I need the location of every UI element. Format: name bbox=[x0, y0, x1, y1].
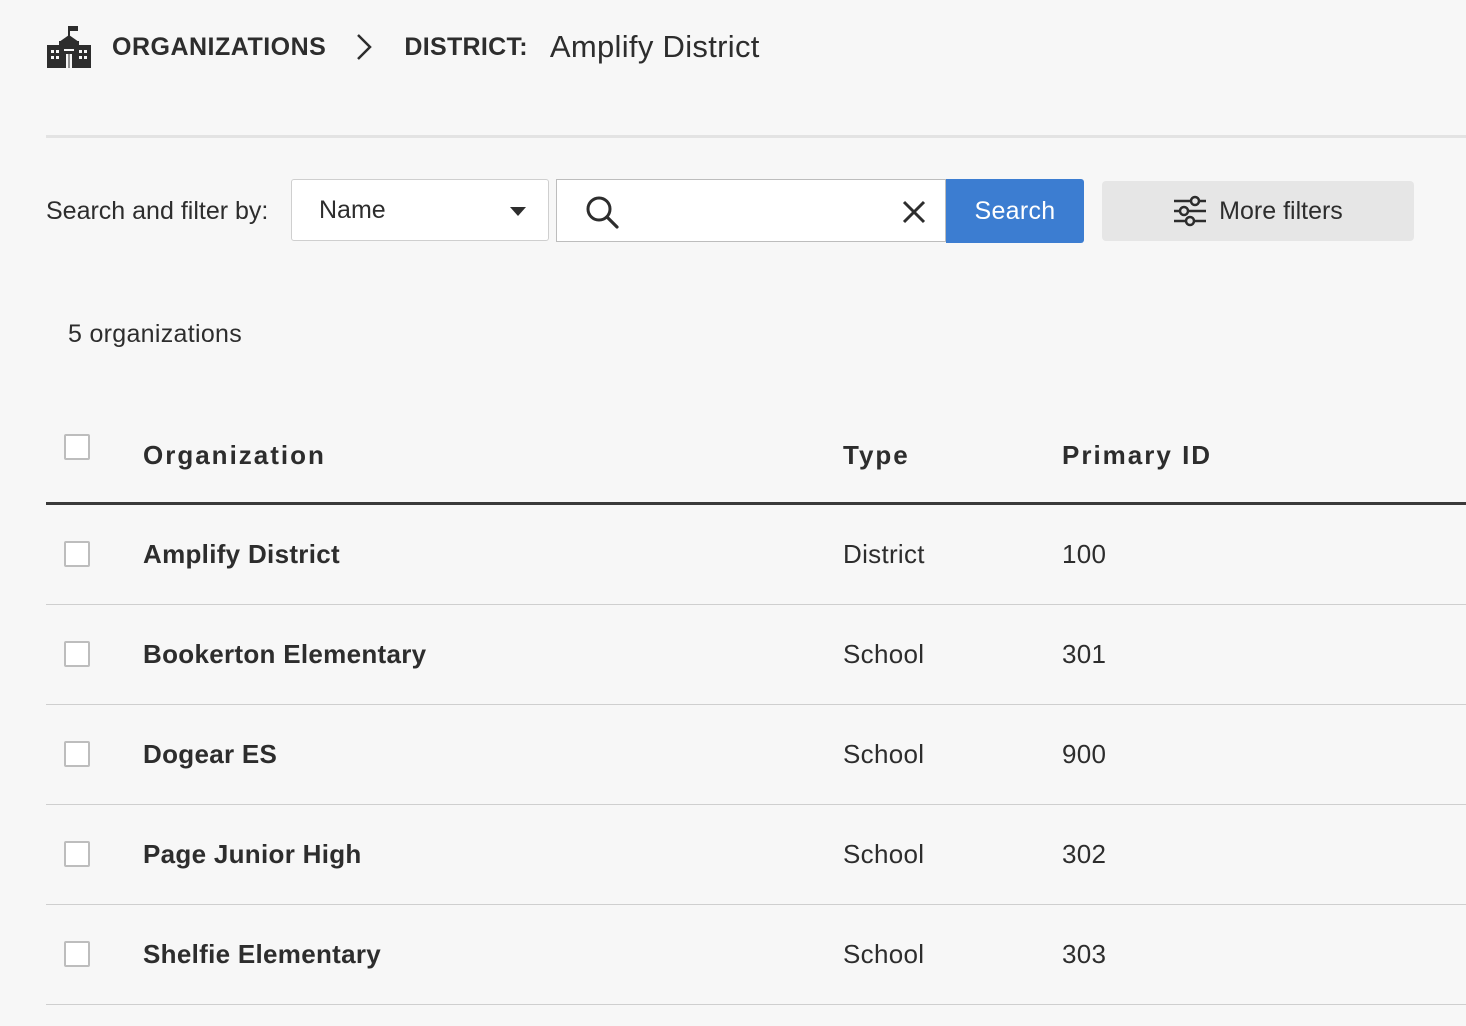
row-checkbox[interactable] bbox=[64, 641, 90, 667]
organization-type: School bbox=[843, 639, 925, 669]
organization-name[interactable]: Amplify District bbox=[143, 539, 340, 570]
header-divider bbox=[46, 135, 1466, 138]
organizations-table: Organization Type Primary ID Amplify Dis… bbox=[46, 405, 1466, 1005]
organization-primary-id: 303 bbox=[1062, 939, 1107, 969]
breadcrumb-current-organization: Amplify District bbox=[549, 29, 760, 64]
table-row[interactable]: Dogear ES School 900 bbox=[46, 705, 1466, 805]
more-filters-label: More filters bbox=[1219, 196, 1343, 225]
column-header-primary-id[interactable]: Primary ID bbox=[1062, 440, 1212, 471]
table-row[interactable]: Shelfie Elementary School 303 bbox=[46, 905, 1466, 1005]
chevron-right-icon bbox=[357, 34, 373, 60]
table-row[interactable]: Amplify District District 100 bbox=[46, 505, 1466, 605]
organization-primary-id: 302 bbox=[1062, 839, 1107, 869]
filter-field-select[interactable]: Name bbox=[291, 179, 549, 241]
organization-name[interactable]: Dogear ES bbox=[143, 739, 277, 770]
breadcrumb: ORGANIZATIONS DISTRICT: Amplify District bbox=[46, 22, 760, 72]
organization-count: 5 organizations bbox=[68, 320, 243, 348]
more-filters-button[interactable]: More filters bbox=[1102, 181, 1414, 241]
breadcrumb-level-label: DISTRICT: bbox=[404, 32, 528, 61]
organization-primary-id: 301 bbox=[1062, 639, 1107, 669]
search-button[interactable]: Search bbox=[946, 179, 1084, 243]
row-checkbox[interactable] bbox=[64, 841, 90, 867]
search-box bbox=[556, 179, 946, 242]
organization-type: School bbox=[843, 839, 925, 869]
organization-name[interactable]: Bookerton Elementary bbox=[143, 639, 426, 670]
table-row[interactable]: Bookerton Elementary School 301 bbox=[46, 605, 1466, 705]
school-building-icon bbox=[47, 26, 91, 68]
organization-type: School bbox=[843, 939, 925, 969]
organizations-page: ORGANIZATIONS DISTRICT: Amplify District… bbox=[0, 0, 1466, 1026]
organization-type: District bbox=[843, 539, 925, 569]
breadcrumb-organizations-link[interactable]: ORGANIZATIONS bbox=[112, 33, 326, 62]
sliders-icon bbox=[1174, 195, 1207, 227]
organization-type: School bbox=[843, 739, 925, 769]
column-header-organization[interactable]: Organization bbox=[143, 440, 326, 471]
organization-primary-id: 100 bbox=[1062, 539, 1107, 569]
caret-down-icon bbox=[510, 207, 526, 216]
table-row[interactable]: Page Junior High School 302 bbox=[46, 805, 1466, 905]
row-checkbox[interactable] bbox=[64, 741, 90, 767]
organization-name[interactable]: Page Junior High bbox=[143, 839, 362, 870]
filter-field-selected-value: Name bbox=[319, 195, 386, 224]
select-all-checkbox[interactable] bbox=[64, 434, 90, 460]
search-icon bbox=[586, 196, 619, 229]
column-header-type[interactable]: Type bbox=[843, 440, 910, 471]
organization-name[interactable]: Shelfie Elementary bbox=[143, 939, 381, 970]
row-checkbox[interactable] bbox=[64, 941, 90, 967]
row-checkbox[interactable] bbox=[64, 541, 90, 567]
organization-primary-id: 900 bbox=[1062, 739, 1107, 769]
filter-label: Search and filter by: bbox=[46, 197, 269, 225]
close-icon[interactable] bbox=[901, 199, 927, 225]
search-input[interactable] bbox=[637, 190, 891, 234]
table-header: Organization Type Primary ID bbox=[46, 405, 1466, 505]
